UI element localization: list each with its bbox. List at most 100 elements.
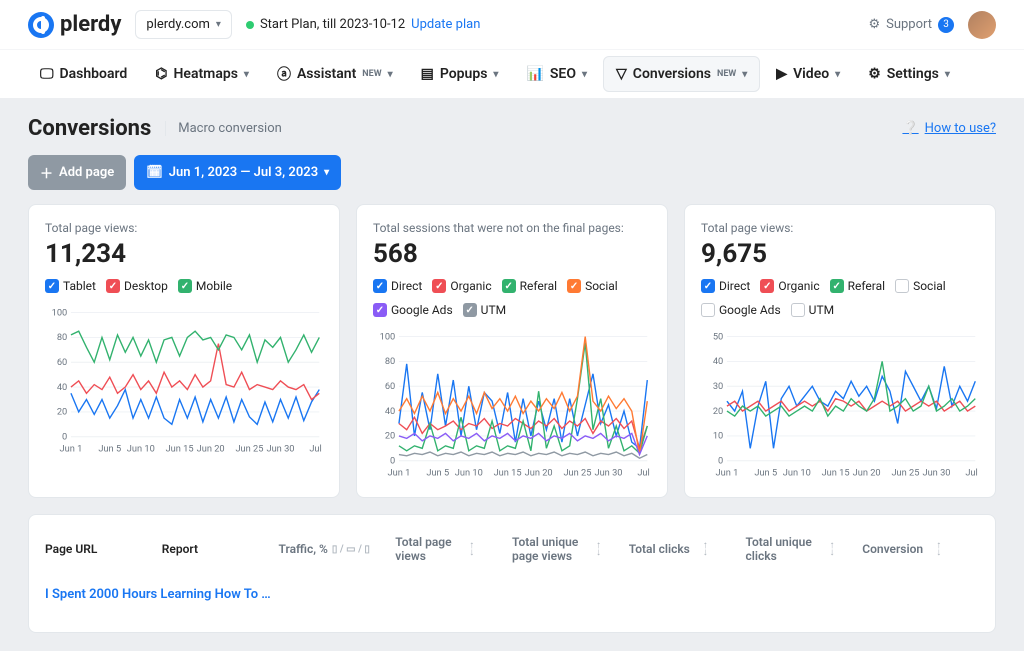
domain-selector-value: plerdy.com <box>146 17 210 32</box>
nav-video[interactable]: ▶Video▾ <box>764 50 852 98</box>
nav-assistant[interactable]: ⓐAssistantNEW▾ <box>265 50 405 98</box>
date-range-button[interactable]: 🗓Jun 1, 2023 — Jul 3, 2023▾ <box>134 155 341 190</box>
svg-text:30: 30 <box>713 381 723 392</box>
plerdy-logo-icon <box>28 12 54 38</box>
plan-info: Start Plan, till 2023-10-12 Update plan <box>246 17 480 32</box>
th-unique-views[interactable]: Total unique page views↑↓ <box>512 535 629 563</box>
legend-item[interactable]: ✓UTM <box>791 303 834 317</box>
sort-icon: ↑↓ <box>596 542 601 556</box>
th-traffic[interactable]: Traffic, % ▯ / ▭ / ▯ <box>279 542 396 556</box>
how-to-use-link[interactable]: ❔How to use? <box>902 121 996 136</box>
chevron-down-icon: ▾ <box>582 69 587 80</box>
svg-text:Jun 10: Jun 10 <box>783 468 811 479</box>
checkbox-icon: ✓ <box>502 279 516 293</box>
page-header: Conversions Macro conversion ❔How to use… <box>28 116 996 141</box>
sort-icon: ↑↓ <box>830 542 835 556</box>
legend-item[interactable]: ✓Mobile <box>178 279 232 293</box>
chevron-down-icon: ▾ <box>835 69 840 80</box>
nav-seo[interactable]: 📊SEO▾ <box>514 50 599 98</box>
checkbox-icon: ✓ <box>373 279 387 293</box>
checkbox-icon: ✓ <box>760 279 774 293</box>
calendar-icon: 🗓 <box>146 165 163 180</box>
legend-item[interactable]: ✓Social <box>567 279 618 293</box>
svg-text:80: 80 <box>385 356 395 367</box>
svg-text:Jun 20: Jun 20 <box>525 468 553 479</box>
nav-heatmaps[interactable]: ⌬Heatmaps▾ <box>143 50 261 98</box>
svg-text:50: 50 <box>713 331 723 342</box>
table-row[interactable]: I Spent 2000 Hours Learning How To Learn… <box>45 587 979 602</box>
svg-text:Jun 20: Jun 20 <box>853 468 881 479</box>
th-page-url[interactable]: Page URL <box>45 542 162 556</box>
nav-conversions[interactable]: ▽ConversionsNEW▾ <box>603 56 760 92</box>
th-conversion[interactable]: Conversion↑↓ <box>862 542 979 556</box>
help-icon: ❔ <box>902 121 918 136</box>
svg-text:Jun 30: Jun 30 <box>266 444 294 455</box>
svg-text:Jun 1: Jun 1 <box>388 468 411 479</box>
svg-text:Jun 25: Jun 25 <box>563 468 591 479</box>
metric-card-0: Total page views: 11,234 ✓Tablet ✓Desktop ✓M… <box>28 204 340 498</box>
svg-text:Jun 1: Jun 1 <box>716 468 739 479</box>
domain-selector[interactable]: plerdy.com ▾ <box>135 10 232 39</box>
svg-text:Jun 15: Jun 15 <box>494 468 522 479</box>
svg-text:100: 100 <box>52 307 68 318</box>
svg-text:Jul 1: Jul 1 <box>637 468 651 479</box>
nav-popups[interactable]: ▤Popups▾ <box>409 50 511 98</box>
nav-settings[interactable]: ⚙Settings▾ <box>856 50 962 98</box>
brand-logo[interactable]: plerdy <box>28 12 121 38</box>
checkbox-icon: ✓ <box>567 279 581 293</box>
chart-legend: ✓Tablet ✓Desktop ✓Mobile <box>45 279 323 293</box>
support-link[interactable]: ⚙︎ Support 3 <box>868 17 954 33</box>
svg-text:60: 60 <box>57 357 67 368</box>
checkbox-icon: ✓ <box>432 279 446 293</box>
sort-icon: ↑↓ <box>469 542 474 556</box>
svg-text:40: 40 <box>385 406 395 417</box>
th-report[interactable]: Report <box>162 542 279 556</box>
chevron-down-icon: ▾ <box>388 69 393 80</box>
chevron-down-icon: ▾ <box>216 19 221 30</box>
main-nav: 🖵Dashboard ⌬Heatmaps▾ ⓐAssistantNEW▾ ▤Po… <box>0 49 1024 98</box>
popup-icon: ▤ <box>421 66 434 82</box>
metric-label: Total sessions that were not on the fina… <box>373 221 651 235</box>
metric-value: 568 <box>373 239 651 269</box>
line-chart: 01020304050Jun 1Jun 5Jun 10Jun 15Jun 20J… <box>701 327 979 487</box>
row-page-url[interactable]: I Spent 2000 Hours Learning How To Learn… <box>45 587 275 602</box>
legend-item[interactable]: ✓Organic <box>432 279 491 293</box>
svg-text:Jun 15: Jun 15 <box>822 468 850 479</box>
legend-item[interactable]: ✓Referal <box>502 279 557 293</box>
legend-item[interactable]: ✓Google Ads <box>701 303 781 317</box>
svg-text:Jun 15: Jun 15 <box>166 444 194 455</box>
svg-text:Jun 1: Jun 1 <box>60 444 83 455</box>
legend-item[interactable]: ✓Social <box>895 279 946 293</box>
legend-item[interactable]: ✓UTM <box>463 303 506 317</box>
th-views[interactable]: Total page views↑↓ <box>395 535 512 563</box>
topbar: plerdy plerdy.com ▾ Start Plan, till 202… <box>0 0 1024 49</box>
bars-icon: 📊 <box>526 66 543 82</box>
metric-card-1: Total sessions that were not on the fina… <box>356 204 668 498</box>
th-clicks[interactable]: Total clicks↑↓ <box>629 542 746 556</box>
svg-text:80: 80 <box>57 332 67 343</box>
legend-item[interactable]: ✓Tablet <box>45 279 96 293</box>
svg-text:Jul 1: Jul 1 <box>309 444 323 455</box>
svg-text:Jul 1: Jul 1 <box>965 468 979 479</box>
legend-item[interactable]: ✓Desktop <box>106 279 168 293</box>
th-unique-clicks[interactable]: Total unique clicks↑↓ <box>746 535 863 563</box>
svg-text:0: 0 <box>62 432 67 443</box>
cards-row: Total page views: 11,234 ✓Tablet ✓Desktop ✓M… <box>28 204 996 498</box>
legend-item[interactable]: ✓Direct <box>701 279 750 293</box>
metric-value: 11,234 <box>45 239 323 269</box>
support-icon: ⚙︎ <box>868 17 880 32</box>
legend-item[interactable]: ✓Google Ads <box>373 303 453 317</box>
legend-item[interactable]: ✓Referal <box>830 279 885 293</box>
update-plan-link[interactable]: Update plan <box>411 17 480 32</box>
checkbox-icon: ✓ <box>106 279 120 293</box>
svg-text:Jun 10: Jun 10 <box>455 468 483 479</box>
chevron-down-icon: ▾ <box>244 69 249 80</box>
metric-label: Total page views: <box>45 221 323 235</box>
line-chart: 020406080100Jun 1Jun 5Jun 10Jun 15Jun 20… <box>373 327 651 487</box>
avatar[interactable] <box>968 11 996 39</box>
legend-item[interactable]: ✓Direct <box>373 279 422 293</box>
sort-icon: ↑↓ <box>703 542 708 556</box>
add-page-button[interactable]: ＋Add page <box>28 155 126 190</box>
legend-item[interactable]: ✓Organic <box>760 279 819 293</box>
nav-dashboard[interactable]: 🖵Dashboard <box>28 50 139 98</box>
